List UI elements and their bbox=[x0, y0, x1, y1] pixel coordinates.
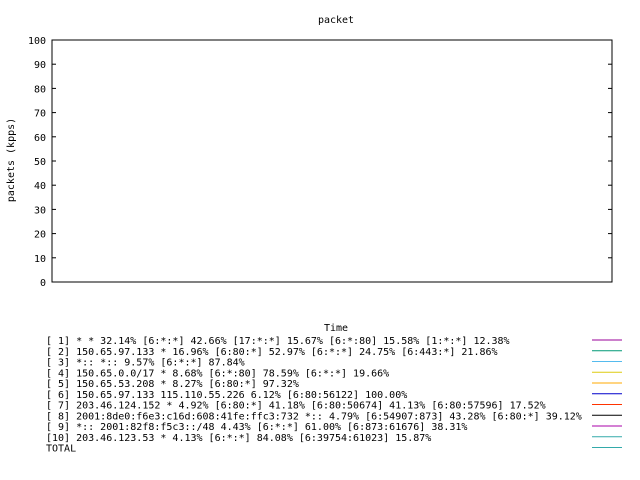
legend-label-total: TOTAL bbox=[46, 444, 76, 455]
legend-label-6: [ 6] 150.65.97.133 115.110.55.226 6.12% … bbox=[46, 390, 407, 401]
y-axis: 0 10 20 30 40 50 60 70 80 90 100 bbox=[28, 36, 612, 289]
legend-label-7: [ 7] 203.46.124.152 * 4.92% [6:80:*] 41.… bbox=[46, 401, 546, 412]
packet-chart: packet packets (kpps) Time 0 10 20 30 40 50 60… bbox=[6, 15, 622, 455]
legend-label-8: [ 8] 2001:8de0:f6e3:c16d:608:41fe:ffc3:7… bbox=[46, 411, 582, 422]
legend-label-9: [ 9] *:: 2001:82f8:f5c3::/48 4.43% [6:*:… bbox=[46, 422, 467, 433]
y-tick-label: 30 bbox=[34, 205, 46, 216]
legend-label-4: [ 4] 150.65.0.0/17 * 8.68% [6:*:80] 78.5… bbox=[46, 368, 389, 379]
legend-label-1: [ 1] * * 32.14% [6:*:*] 42.66% [17:*:*] … bbox=[46, 336, 510, 347]
legend-label-3: [ 3] *:: *:: 9.57% [6:*:*] 87.84% bbox=[46, 358, 245, 369]
y-tick-label: 40 bbox=[34, 181, 46, 192]
y-tick-label: 70 bbox=[34, 109, 46, 120]
y-axis-label: packets (kpps) bbox=[6, 118, 17, 202]
y-tick-label: 60 bbox=[34, 133, 46, 144]
y-tick-label: 90 bbox=[34, 60, 46, 71]
plot-frame bbox=[51, 39, 613, 283]
y-tick-label: 100 bbox=[28, 36, 46, 47]
y-tick-label: 80 bbox=[34, 84, 46, 95]
legend: [ 1] * * 32.14% [6:*:*] 42.66% [17:*:*] … bbox=[46, 336, 622, 455]
legend-label-5: [ 5] 150.65.53.208 * 8.27% [6:80:*] 97.3… bbox=[46, 379, 299, 390]
y-tick-label: 0 bbox=[40, 278, 46, 289]
y-tick-label: 10 bbox=[34, 254, 46, 265]
y-tick-label: 20 bbox=[34, 230, 46, 241]
legend-label-10: [10] 203.46.123.53 * 4.13% [6:*:*] 84.08… bbox=[46, 433, 431, 444]
x-axis-label: Time bbox=[324, 323, 348, 334]
chart-title: packet bbox=[318, 15, 354, 26]
y-tick-label: 50 bbox=[34, 157, 46, 168]
legend-label-2: [ 2] 150.65.97.133 * 16.96% [6:80:*] 52.… bbox=[46, 347, 498, 358]
